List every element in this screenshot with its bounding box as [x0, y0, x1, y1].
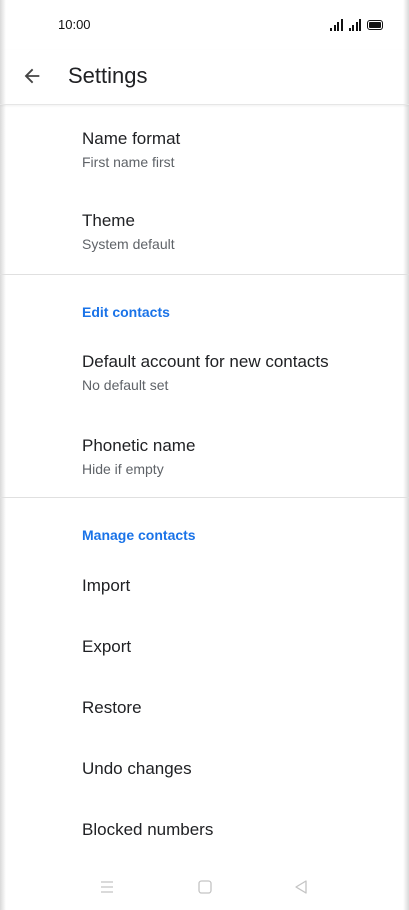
setting-blocked-numbers[interactable]: Blocked numbers — [0, 800, 409, 861]
app-bar: Settings — [0, 50, 409, 105]
back-triangle-icon — [295, 880, 307, 894]
battery-icon — [367, 20, 383, 30]
setting-title: Phonetic name — [82, 436, 196, 455]
setting-title: Theme — [82, 211, 135, 230]
menu-icon — [101, 881, 113, 893]
nav-bar — [0, 860, 409, 910]
section-header-manage-contacts: Manage contacts — [82, 527, 196, 543]
setting-subtitle: First name first — [82, 154, 175, 170]
setting-default-account[interactable]: Default account for new contacts No defa… — [0, 332, 409, 414]
setting-theme[interactable]: Theme System default — [0, 189, 409, 273]
nav-home-button[interactable] — [193, 875, 217, 899]
arrow-back-icon — [24, 68, 40, 84]
setting-export[interactable]: Export — [0, 617, 409, 678]
nav-menu-button[interactable] — [95, 875, 119, 899]
status-bar: 10:00 — [0, 0, 409, 50]
setting-name-format[interactable]: Name format First name first — [0, 105, 409, 189]
setting-title: Blocked numbers — [82, 820, 214, 839]
device-screen: 10:00 Settings Name format First name fi… — [0, 0, 409, 910]
nav-back-button[interactable] — [289, 875, 313, 899]
status-icons — [330, 17, 383, 31]
setting-phonetic-name[interactable]: Phonetic name Hide if empty — [0, 414, 409, 496]
setting-title: Export — [82, 637, 132, 656]
signal-2-icon — [348, 19, 361, 31]
setting-title: Undo changes — [82, 759, 192, 778]
divider — [0, 274, 409, 275]
back-button[interactable] — [16, 60, 48, 92]
status-time: 10:00 — [58, 17, 91, 32]
setting-subtitle: No default set — [82, 377, 169, 393]
setting-import[interactable]: Import — [0, 556, 409, 617]
setting-undo-changes[interactable]: Undo changes — [0, 739, 409, 800]
setting-restore[interactable]: Restore — [0, 678, 409, 739]
setting-title: Restore — [82, 698, 142, 717]
home-square-icon — [198, 880, 212, 894]
divider — [0, 497, 409, 498]
setting-title: Import — [82, 576, 131, 595]
setting-subtitle: System default — [82, 236, 175, 252]
setting-title: Default account for new contacts — [82, 352, 329, 371]
signal-1-icon — [330, 19, 343, 31]
setting-title: Name format — [82, 129, 181, 148]
section-header-edit-contacts: Edit contacts — [82, 304, 170, 320]
setting-subtitle: Hide if empty — [82, 461, 164, 477]
page-title: Settings — [68, 63, 148, 88]
